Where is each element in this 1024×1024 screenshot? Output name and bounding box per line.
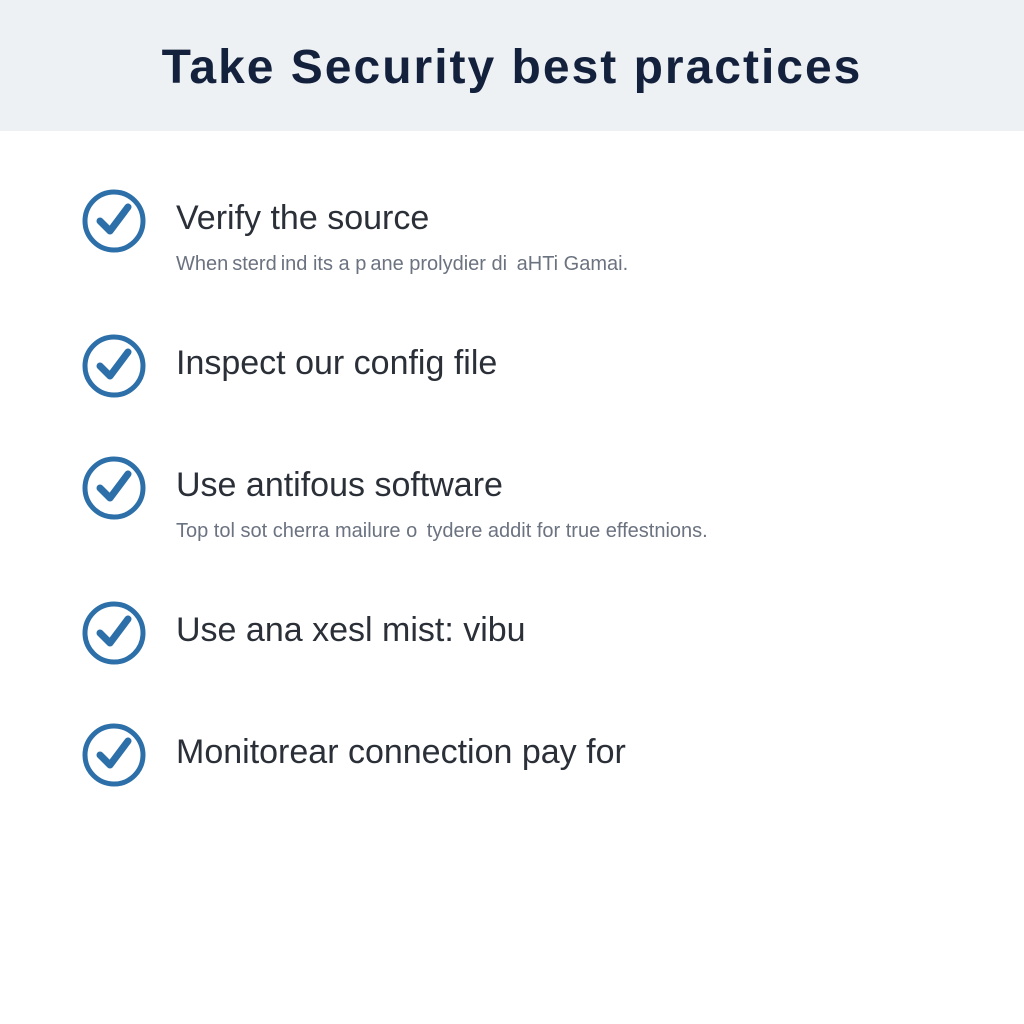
- page-title: Take Security best practices: [0, 40, 1024, 95]
- checkmark-icon: [80, 599, 148, 667]
- item-text-block: Inspect our config file: [176, 336, 944, 395]
- list-item: Monitorear connection pay for: [80, 725, 944, 789]
- item-title: Monitorear connection pay for: [176, 733, 944, 772]
- item-text-block: Monitorear connection pay for: [176, 725, 944, 784]
- item-title: Use ana xesl mist: vibu: [176, 611, 944, 650]
- checkmark-icon: [80, 721, 148, 789]
- page-header: Take Security best practices: [0, 0, 1024, 131]
- item-title: Use antifous software: [176, 466, 944, 505]
- list-item: Use ana xesl mist: vibu: [80, 603, 944, 667]
- list-item: Use antifous software Top tol sot cherra…: [80, 458, 944, 545]
- item-desc: When sterd ind its a p ane prolydier di …: [176, 250, 944, 278]
- checkmark-icon: [80, 454, 148, 522]
- item-text-block: Use antifous software Top tol sot cherra…: [176, 458, 944, 545]
- item-title: Verify the source: [176, 199, 944, 238]
- list-item: Verify the source When sterd ind its a p…: [80, 191, 944, 278]
- item-desc: Top tol sot cherra mailure o tydere addi…: [176, 517, 944, 545]
- item-text-block: Verify the source When sterd ind its a p…: [176, 191, 944, 278]
- checkmark-icon: [80, 187, 148, 255]
- list-item: Inspect our config file: [80, 336, 944, 400]
- checklist-content: Verify the source When sterd ind its a p…: [0, 131, 1024, 789]
- item-text-block: Use ana xesl mist: vibu: [176, 603, 944, 662]
- item-title: Inspect our config file: [176, 344, 944, 383]
- checkmark-icon: [80, 332, 148, 400]
